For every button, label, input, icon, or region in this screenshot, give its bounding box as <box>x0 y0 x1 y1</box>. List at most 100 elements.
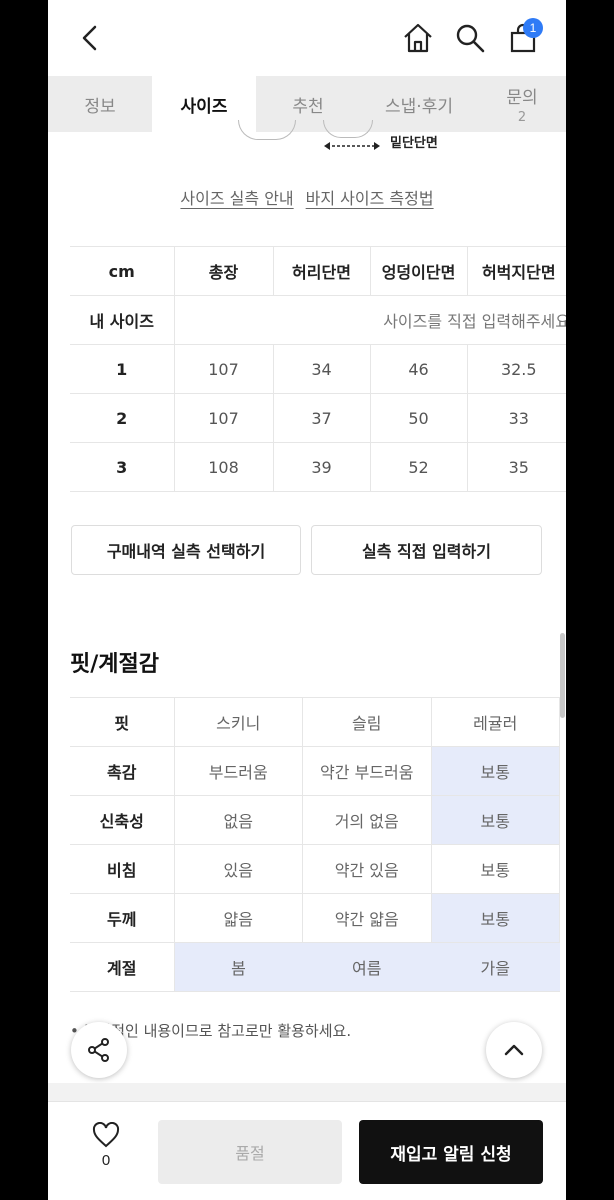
diagram-label: 밑단단면 <box>390 136 438 151</box>
table-cell: 108 <box>174 442 274 492</box>
product-tabs: 정보 사이즈 추천 스냅·후기 문의 2 <box>48 76 566 132</box>
table-header: cm <box>70 246 175 296</box>
share-icon <box>88 1038 109 1062</box>
like-button[interactable]: 0 <box>84 1122 128 1182</box>
search-button[interactable] <box>450 18 490 58</box>
fit-option: 부드러움 <box>174 746 303 796</box>
soldout-button: 품절 <box>158 1120 342 1184</box>
size-guide-link[interactable]: 사이즈 실측 안내 <box>180 185 293 209</box>
chevron-left-icon <box>82 25 97 51</box>
fit-row-label: 신축성 <box>70 795 175 845</box>
fit-option-selected: 보통 <box>431 746 560 796</box>
table-cell: 107 <box>174 344 274 394</box>
fit-option: 스키니 <box>174 697 303 747</box>
table-cell: 33 <box>467 393 566 443</box>
cart-count-badge: 1 <box>523 18 543 38</box>
fit-option: 보통 <box>431 844 560 894</box>
size-table: cm 총장 허리단면 엉덩이단면 허벅지단면 내 사이즈 사이즈를 직접 입력해… <box>70 246 566 492</box>
manual-measure-input-button[interactable]: 실측 직접 입력하기 <box>311 525 542 575</box>
fit-option-selected: 봄 <box>174 942 303 992</box>
size-label: 1 <box>70 344 175 394</box>
fit-row: 핏 스키니 슬림 레귤러 <box>70 697 560 747</box>
tab-snap-review[interactable]: 스냅·후기 <box>360 76 478 132</box>
tab-label: 스냅·후기 <box>385 96 453 117</box>
fit-option: 레귤러 <box>431 697 560 747</box>
table-header: 허벅지단면 <box>467 246 566 296</box>
table-cell: 35 <box>467 442 566 492</box>
fit-option-selected: 가을 <box>431 942 560 992</box>
size-label: 2 <box>70 393 175 443</box>
fit-row: 두께 얇음 약간 얇음 보통 <box>70 893 560 943</box>
fit-row: 계절 봄 여름 가을 <box>70 942 560 992</box>
fit-option: 약간 얇음 <box>302 893 432 943</box>
fit-row-label: 계절 <box>70 942 175 992</box>
table-header: 총장 <box>174 246 274 296</box>
table-cell: 32.5 <box>467 344 566 394</box>
my-size-row[interactable]: 내 사이즈 사이즈를 직접 입력해주세요 <box>70 295 566 345</box>
fit-option-selected: 여름 <box>302 942 431 992</box>
fit-option-selected: 보통 <box>431 893 560 943</box>
chevron-up-icon <box>504 1044 524 1056</box>
table-header: 허리단면 <box>273 246 371 296</box>
fit-option: 약간 부드러움 <box>302 746 432 796</box>
fit-row-label: 비침 <box>70 844 175 894</box>
table-header-row: cm 총장 허리단면 엉덩이단면 허벅지단면 <box>70 246 566 296</box>
purchase-history-measure-button[interactable]: 구매내역 실측 선택하기 <box>71 525 301 575</box>
fit-season-table: 핏 스키니 슬림 레귤러 촉감 부드러움 약간 부드러움 보통 신축성 없음 거… <box>70 697 560 992</box>
cart-button[interactable]: 1 <box>503 18 543 58</box>
fit-option: 얇음 <box>174 893 303 943</box>
restock-alert-button[interactable]: 재입고 알림 신청 <box>359 1120 543 1184</box>
fit-row: 비침 있음 약간 있음 보통 <box>70 844 560 894</box>
diagram-shape <box>238 120 296 140</box>
scrollbar[interactable] <box>560 633 565 718</box>
product-screen: 1 정보 사이즈 추천 스냅·후기 문의 2 밑단단면 사이즈 실측 안내 바지… <box>48 0 566 1200</box>
fit-season-title: 핏/계절감 <box>70 652 159 677</box>
tab-count: 2 <box>517 110 527 125</box>
tab-label: 사이즈 <box>180 96 228 117</box>
size-label: 3 <box>70 442 175 492</box>
tab-label: 추천 <box>292 96 324 117</box>
tab-label: 정보 <box>84 96 116 117</box>
size-guide-links: 사이즈 실측 안내 바지 사이즈 측정법 <box>48 185 566 209</box>
top-header: 1 <box>48 0 566 76</box>
fit-option: 거의 없음 <box>302 795 432 845</box>
my-size-label: 내 사이즈 <box>70 295 175 345</box>
home-icon <box>404 23 432 53</box>
measurement-diagram: 밑단단면 <box>48 120 566 162</box>
table-row: 2 107 37 50 33 <box>70 393 566 443</box>
table-cell: 50 <box>370 393 468 443</box>
table-cell: 46 <box>370 344 468 394</box>
fit-row: 촉감 부드러움 약간 부드러움 보통 <box>70 746 560 796</box>
tab-info[interactable]: 정보 <box>48 76 152 132</box>
share-button[interactable] <box>71 1022 127 1078</box>
fit-option: 슬림 <box>302 697 432 747</box>
tab-label: 문의 <box>506 88 538 108</box>
table-cell: 52 <box>370 442 468 492</box>
table-cell: 34 <box>273 344 371 394</box>
fit-row-label: 두께 <box>70 893 175 943</box>
double-arrow-icon <box>324 142 380 150</box>
back-button[interactable] <box>70 18 110 58</box>
scroll-top-button[interactable] <box>486 1022 542 1078</box>
fit-option: 없음 <box>174 795 303 845</box>
diagram-shape <box>323 120 373 138</box>
table-header: 엉덩이단면 <box>370 246 468 296</box>
table-cell: 37 <box>273 393 371 443</box>
fit-row-label: 핏 <box>70 697 175 747</box>
tab-inquiry[interactable]: 문의 2 <box>478 76 566 132</box>
table-row: 1 107 34 46 32.5 <box>70 344 566 394</box>
table-row: 3 108 39 52 35 <box>70 442 566 492</box>
fit-row: 신축성 없음 거의 없음 보통 <box>70 795 560 845</box>
fit-option-selected: 보통 <box>431 795 560 845</box>
fit-option: 있음 <box>174 844 303 894</box>
my-size-input[interactable]: 사이즈를 직접 입력해주세요 <box>174 295 566 345</box>
home-button[interactable] <box>398 18 438 58</box>
like-count: 0 <box>101 1152 111 1169</box>
section-divider <box>48 1083 566 1101</box>
pants-measure-link[interactable]: 바지 사이즈 측정법 <box>306 185 434 209</box>
heart-icon <box>92 1122 120 1148</box>
search-icon <box>456 24 485 53</box>
bottom-action-bar: 0 품절 재입고 알림 신청 <box>48 1101 566 1200</box>
fit-option: 약간 있음 <box>302 844 432 894</box>
fit-row-label: 촉감 <box>70 746 175 796</box>
